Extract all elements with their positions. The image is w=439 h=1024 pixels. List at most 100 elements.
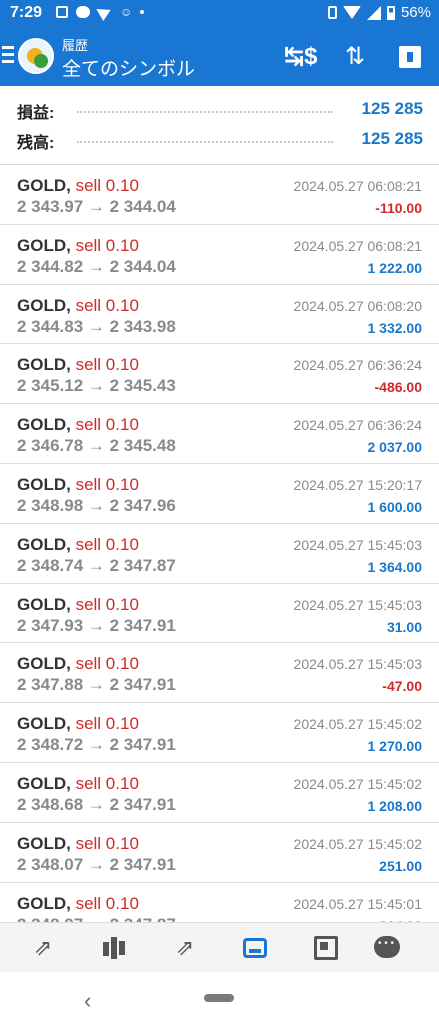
trade-row[interactable]: GOLD, sell 0.10 2 348.98 → 2 347.96 2024.0… [0,464,439,524]
trade-profit: 31.00 [386,618,422,635]
trade-date: 2024.05.27 15:45:03 [293,536,422,553]
image-icon [56,6,68,18]
trade-symbol-line: GOLD, sell 0.10 [17,714,139,734]
trade-profit: -110.00 [375,200,422,216]
trade-profit: -47.00 [382,678,422,695]
trade-symbol: GOLD [17,176,67,195]
chat-icon [76,6,90,18]
trade-symbol: GOLD [17,534,67,554]
trade-date: 2024.05.27 06:08:20 [293,297,422,314]
trade-separator: , [66,893,71,913]
trade-row[interactable]: GOLD, sell 0.10 2 344.83 → 2 343.98 2024.0… [0,285,439,345]
calendar-icon[interactable] [395,42,425,72]
signal-icon [366,5,381,20]
trade-separator: , [66,355,71,375]
chat-icon[interactable] [372,933,402,963]
trade-row[interactable]: GOLD, sell 0.10 2 345.12 → 2 345.43 2024.0… [0,344,439,405]
history-icon[interactable] [240,933,270,963]
balance-label: 残高: [17,135,55,152]
trade-symbol-line: GOLD, sell 0.10 [17,834,139,854]
trade-symbol: GOLD [17,893,67,913]
trade-row[interactable]: GOLD, sell 0.10 2 347.93 → 2 347.91 2024.0… [0,584,439,644]
trade-prices: 2 348.97 → 2 347.87 [17,915,176,922]
back-icon[interactable]: ‹ [84,988,91,1014]
trade-row[interactable]: GOLD, sell 0.10 2 346.78 → 2 345.48 2024.0… [0,404,439,464]
trade-date: 2024.05.27 06:08:21 [293,178,422,194]
trade-symbol-line: GOLD, sell 0.10 [17,176,139,196]
pnl-label: 損益: [17,105,55,122]
trade-prices: 2 343.97 → 2 344.04 [17,197,176,216]
trade-row[interactable]: GOLD, sell 0.10 2 343.97 → 2 344.04 2024.0… [0,165,439,225]
system-nav: ‹ [0,972,439,1024]
trade-side: sell 0.10 [75,176,139,195]
trade-prices: 2 348.72 → 2 347.91 [17,735,176,755]
battery-icon [386,5,395,20]
sort-icon[interactable]: ⇅ [340,42,370,72]
trade-separator: , [66,773,71,793]
trade-symbol: GOLD [17,773,67,793]
trade-separator: , [66,474,71,494]
trade-symbol-line: GOLD, sell 0.10 [17,535,139,555]
trade-separator: , [66,654,71,674]
divider [77,141,333,143]
trade-date: 2024.05.27 15:45:03 [293,656,422,673]
dollar-exchange-icon[interactable]: ↹$ [284,42,317,72]
trade-list[interactable]: GOLD, sell 0.10 2 343.97 → 2 344.04 2024.0… [0,165,439,922]
vibrate-icon [327,6,337,19]
trade-symbol: GOLD [17,654,67,674]
trade-date: 2024.05.27 15:45:02 [293,716,422,733]
divider [77,111,333,113]
trade-date: 2024.05.27 15:20:17 [293,476,422,493]
trade-profit: 1 364.00 [367,558,423,575]
trade-symbol-line: GOLD, sell 0.10 [17,774,139,794]
trade-symbol-line: GOLD, sell 0.10 [17,296,139,316]
trade-row[interactable]: GOLD, sell 0.10 2 348.07 → 2 347.91 2024.0… [0,823,439,883]
trade-symbol: GOLD [17,415,67,435]
trade-row[interactable]: GOLD, sell 0.10 2 348.74 → 2 347.87 2024.0… [0,524,439,584]
trade-side: sell 0.10 [75,474,139,494]
page-title[interactable]: 全てのシンボル [62,54,195,81]
trade-date: 2024.05.27 06:08:21 [293,237,422,254]
trade-side: sell 0.10 [75,534,139,554]
trade-prices: 2 344.83 → 2 343.98 [17,316,176,336]
trade-row[interactable]: GOLD, sell 0.10 2 347.88 → 2 347.91 2024.0… [0,643,439,704]
trade-symbol: GOLD [17,474,67,494]
balance-row: 残高: 125 285 [17,127,423,153]
pnl-value: 125 285 [361,99,423,118]
home-icon[interactable] [204,994,234,1002]
app-logo[interactable] [18,38,54,74]
trade-prices: 2 345.12 → 2 345.43 [17,376,176,396]
chart-icon[interactable] [99,933,129,963]
trade-separator: , [66,534,71,554]
trade-side: sell 0.10 [75,833,139,853]
trade-row[interactable]: GOLD, sell 0.10 2 344.82 → 2 344.04 2024.0… [0,225,439,285]
trade-date: 2024.05.27 15:45:03 [293,596,422,613]
quotes-icon[interactable]: ⇗ [28,933,58,963]
menu-icon[interactable] [2,46,14,64]
trade-profit: -486.00 [374,379,422,396]
trade-prices: 2 344.82 → 2 344.04 [17,256,176,276]
trade-icon[interactable]: ⇗ [170,933,200,963]
system-status: 56% [327,4,431,21]
trade-date: 2024.05.27 15:45:02 [293,775,422,792]
face-icon: ☺ [120,5,133,19]
trade-separator: , [66,833,71,853]
summary-panel: 損益: 125 285 残高: 125 285 [0,86,439,165]
trade-symbol-line: GOLD, sell 0.10 [17,475,139,495]
battery-percent: 56% [400,4,431,21]
news-icon[interactable] [311,933,341,963]
trade-symbol: GOLD [17,295,67,315]
trade-side: sell 0.10 [75,773,139,793]
trade-profit: 1 270.00 [367,738,423,755]
trade-side: sell 0.10 [75,295,139,315]
trade-prices: 2 347.88 → 2 347.91 [17,675,176,695]
trade-symbol: GOLD [17,235,67,255]
trade-row[interactable]: GOLD, sell 0.10 2 348.68 → 2 347.91 2024.0… [0,763,439,823]
trade-separator: , [66,295,71,315]
trade-row[interactable]: GOLD, sell 0.102 348.97 → 2 347.872024.0… [0,883,439,922]
trade-prices: 2 346.78 → 2 345.48 [17,436,176,456]
trade-separator: , [66,594,71,614]
pnl-row: 損益: 125 285 [17,97,423,123]
trade-side: sell 0.10 [75,893,139,913]
trade-row[interactable]: GOLD, sell 0.10 2 348.72 → 2 347.91 2024.0… [0,703,439,763]
